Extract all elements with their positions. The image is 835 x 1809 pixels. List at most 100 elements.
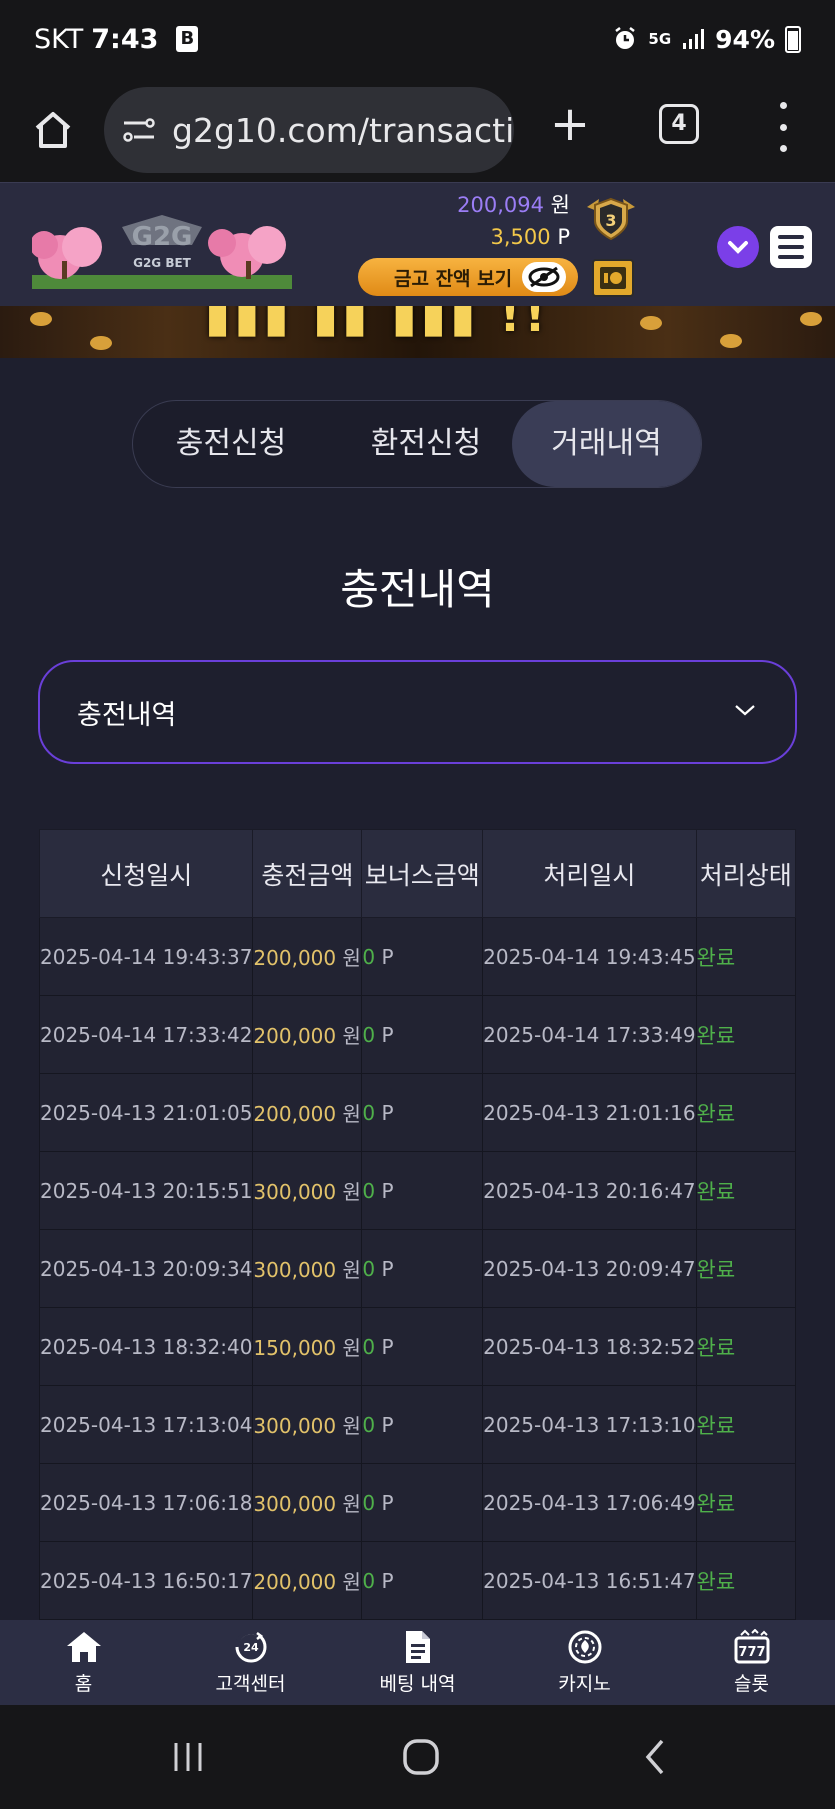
- svg-text:24: 24: [243, 1641, 259, 1654]
- table-row: 2025-04-13 20:09:34 300,000 원0 P 2025-04-1…: [38, 1229, 797, 1308]
- view-vault-balance-button[interactable]: 금고 잔액 보기: [358, 258, 578, 296]
- processed-datetime: 2025-04-13 16:51:47: [482, 1541, 697, 1620]
- tab-transaction-history[interactable]: 거래내역: [512, 401, 701, 487]
- deposit-amount: 200,000 원: [252, 1541, 363, 1620]
- table-row: 2025-04-13 18:32:40 150,000 원0 P 2025-04-1…: [38, 1307, 797, 1386]
- bonus-amount: 0 P: [361, 1151, 484, 1230]
- bonus-amount: 0 P: [361, 995, 484, 1074]
- bonus-amount: 0 P: [361, 1307, 484, 1386]
- history-type-select[interactable]: 충전내역: [38, 660, 797, 764]
- deposit-amount: 200,000 원: [252, 995, 363, 1074]
- requested-datetime: 2025-04-13 16:50:17: [38, 1541, 254, 1620]
- table-row: 2025-04-14 17:33:42 200,000 원0 P 2025-04-1…: [38, 995, 797, 1074]
- status-badge: 완료: [695, 1151, 797, 1230]
- document-icon: [399, 1629, 437, 1665]
- tab-deposit-request[interactable]: 충전신청: [151, 401, 311, 487]
- transaction-tabs: 충전신청 환전신청 거래내역: [132, 400, 702, 488]
- nav-bet-history[interactable]: 베팅 내역: [334, 1620, 501, 1705]
- deposit-amount: 300,000 원: [252, 1229, 363, 1308]
- deposit-amount: 300,000 원: [252, 1151, 363, 1230]
- url-text[interactable]: g2g10.com/transacti: [172, 111, 512, 150]
- level-shield-icon: 3: [587, 197, 635, 241]
- table-header-row: 신청일시 충전금액 보너스금액 처리일시 처리상태: [38, 829, 797, 918]
- signal-icon: [683, 29, 705, 49]
- vault-safe-icon[interactable]: [592, 259, 634, 297]
- vault-button-label: 금고 잔액 보기: [394, 267, 513, 290]
- requested-datetime: 2025-04-13 21:01:05: [38, 1073, 254, 1152]
- nav-slot-label: 슬롯: [734, 1673, 769, 1695]
- status-badge: 완료: [695, 1073, 797, 1152]
- recent-apps-icon[interactable]: [168, 1737, 208, 1777]
- processed-datetime: 2025-04-14 17:33:49: [482, 995, 697, 1074]
- browser-menu-button[interactable]: [776, 102, 790, 152]
- table-row: 2025-04-13 17:06:18 300,000 원0 P 2025-04-1…: [38, 1463, 797, 1542]
- deposit-amount: 200,000 원: [252, 917, 363, 996]
- col-header-bonus: 보너스금액: [361, 829, 484, 918]
- deposit-amount: 200,000 원: [252, 1073, 363, 1152]
- slot-777-icon: 777: [733, 1629, 771, 1665]
- page-title: 충전내역: [340, 565, 495, 614]
- system-home-icon[interactable]: [401, 1737, 441, 1777]
- requested-datetime: 2025-04-13 20:09:34: [38, 1229, 254, 1308]
- nav-support[interactable]: 24 고객센터: [167, 1620, 334, 1705]
- nav-slot[interactable]: 777 슬롯: [668, 1620, 835, 1705]
- requested-datetime: 2025-04-14 17:33:42: [38, 995, 254, 1074]
- bonus-amount: 0 P: [361, 1385, 484, 1464]
- tab-switcher-button[interactable]: 4: [659, 104, 699, 144]
- promo-banner[interactable]: ▮▮▮ ▮▮ ▮▮▮ !!: [0, 306, 835, 358]
- clock: 7:43: [91, 23, 159, 55]
- status-badge: 완료: [695, 1307, 797, 1386]
- alarm-icon: [615, 27, 636, 49]
- status-badge: 완료: [695, 1229, 797, 1308]
- col-header-processed: 처리일시: [482, 829, 697, 918]
- deposit-amount: 300,000 원: [252, 1385, 363, 1464]
- status-badge: 완료: [695, 1385, 797, 1464]
- casino-chip-icon: [566, 1629, 604, 1665]
- table-row: 2025-04-14 19:43:37 200,000 원0 P 2025-04-1…: [38, 917, 797, 996]
- site-settings-icon[interactable]: [122, 117, 156, 143]
- hamburger-menu-button[interactable]: [770, 226, 812, 268]
- status-badge: 완료: [695, 1541, 797, 1620]
- history-type-value: 충전내역: [77, 699, 177, 731]
- processed-datetime: 2025-04-13 20:09:47: [482, 1229, 697, 1308]
- level-badge[interactable]: 3: [585, 193, 637, 241]
- deposit-amount: 300,000 원: [252, 1463, 363, 1542]
- new-tab-button[interactable]: +: [545, 100, 595, 152]
- processed-datetime: 2025-04-13 18:32:52: [482, 1307, 697, 1386]
- nav-support-label: 고객센터: [215, 1673, 286, 1695]
- nav-bet-history-label: 베팅 내역: [379, 1673, 456, 1695]
- account-dropdown-button[interactable]: [717, 226, 759, 268]
- promo-banner-artwork: ▮▮▮ ▮▮ ▮▮▮ !!: [205, 306, 550, 342]
- status-badge: 완료: [695, 995, 797, 1074]
- svg-text:G2G BET: G2G BET: [133, 256, 192, 270]
- site-header: G2G G2G BET 200,094 원 3,500 P 3 금고 잔액 보기: [0, 182, 835, 306]
- battery-percent: 94%: [715, 24, 775, 54]
- processed-datetime: 2025-04-13 21:01:16: [482, 1073, 697, 1152]
- browser-home-button[interactable]: [28, 105, 78, 155]
- home-icon: [65, 1629, 103, 1665]
- deposit-amount: 150,000 원: [252, 1307, 363, 1386]
- nav-casino[interactable]: 카지노: [501, 1620, 668, 1705]
- bonus-amount: 0 P: [361, 1463, 484, 1542]
- svg-text:3: 3: [605, 211, 616, 230]
- requested-datetime: 2025-04-13 20:15:51: [38, 1151, 254, 1230]
- requested-datetime: 2025-04-13 17:06:18: [38, 1463, 254, 1542]
- bonus-amount: 0 P: [361, 917, 484, 996]
- home-outline-icon: [35, 112, 71, 148]
- processed-datetime: 2025-04-14 19:43:45: [482, 917, 697, 996]
- back-icon[interactable]: [636, 1737, 676, 1777]
- nav-casino-label: 카지노: [558, 1673, 611, 1695]
- carrier-label: SKT: [34, 23, 84, 55]
- bonus-amount: 0 P: [361, 1541, 484, 1620]
- requested-datetime: 2025-04-14 19:43:37: [38, 917, 254, 996]
- battery-icon: [785, 25, 801, 53]
- requested-datetime: 2025-04-13 18:32:40: [38, 1307, 254, 1386]
- table-row: 2025-04-13 16:50:17 200,000 원0 P 2025-04-1…: [38, 1541, 797, 1620]
- support-24-icon: 24: [232, 1629, 270, 1665]
- site-logo[interactable]: G2G G2G BET: [30, 205, 292, 289]
- nav-home[interactable]: 홈: [0, 1620, 167, 1705]
- table-row: 2025-04-13 21:01:05 200,000 원0 P 2025-04-1…: [38, 1073, 797, 1152]
- col-header-amount: 충전금액: [252, 829, 363, 918]
- processed-datetime: 2025-04-13 17:13:10: [482, 1385, 697, 1464]
- tab-withdraw-request[interactable]: 환전신청: [331, 401, 521, 487]
